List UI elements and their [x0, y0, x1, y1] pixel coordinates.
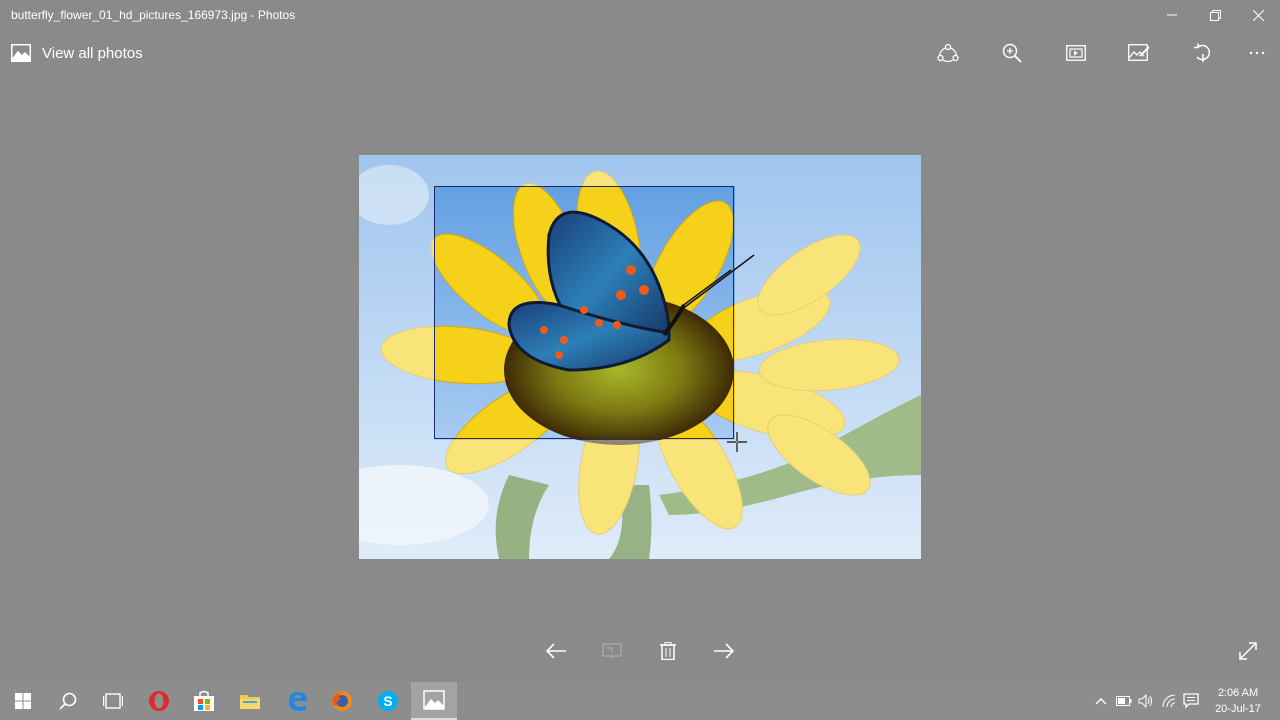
next-button[interactable] [707, 636, 741, 666]
clock-date: 20-Jul-17 [1215, 703, 1261, 715]
share-button[interactable] [930, 38, 966, 68]
previous-button[interactable] [539, 636, 573, 666]
clock-time: 2:06 AM [1217, 687, 1259, 699]
move-cursor-icon [726, 431, 748, 453]
task-view-button[interactable] [90, 682, 136, 720]
delete-button[interactable] [651, 636, 685, 666]
start-button[interactable] [0, 682, 46, 720]
battery-button[interactable] [1113, 682, 1135, 720]
more-icon [1249, 51, 1265, 55]
zoom-icon [1002, 43, 1022, 63]
svg-text:S: S [383, 693, 392, 709]
fullscreen-button[interactable] [1231, 636, 1265, 666]
edge-app[interactable] [274, 682, 320, 720]
title-bar: butterfly_flower_01_hd_pictures_166973.j… [0, 0, 1280, 30]
window-title: butterfly_flower_01_hd_pictures_166973.j… [11, 8, 296, 22]
rotate-button[interactable] [1185, 38, 1221, 68]
photos-icon [423, 690, 445, 710]
taskbar-clock[interactable]: 2:06 AM 20-Jul-17 [1210, 685, 1266, 717]
close-button[interactable] [1235, 0, 1280, 30]
next-icon [714, 643, 735, 659]
slideshow-button[interactable] [1058, 38, 1094, 68]
edit-icon [1128, 44, 1150, 61]
start-icon [15, 693, 31, 709]
taskbar: S 2:06 AM 20-Jul-17 [0, 682, 1280, 720]
more-button[interactable] [1239, 38, 1275, 68]
skype-app[interactable]: S [365, 682, 411, 720]
photos-icon [11, 44, 31, 62]
edit-button[interactable] [1121, 38, 1157, 68]
wifi-button[interactable] [1159, 682, 1181, 720]
draw-button[interactable] [595, 636, 629, 666]
minimize-icon [1167, 14, 1177, 16]
volume-button[interactable] [1135, 682, 1157, 720]
restore-icon [1209, 9, 1221, 21]
edge-icon [289, 692, 307, 711]
fullscreen-icon [1239, 642, 1257, 660]
skype-icon: S [378, 691, 398, 711]
crop-selection-box[interactable] [434, 186, 734, 439]
volume-icon [1138, 694, 1152, 708]
firefox-icon [332, 691, 352, 711]
show-hidden-icons-button[interactable] [1090, 682, 1112, 720]
bottom-toolbar [0, 630, 1280, 672]
task-view-icon [103, 693, 123, 709]
restore-button[interactable] [1192, 0, 1238, 30]
draw-icon [602, 643, 622, 659]
close-icon [1252, 9, 1264, 21]
photos-app[interactable] [411, 682, 457, 720]
battery-icon [1116, 696, 1132, 706]
search-button[interactable] [45, 682, 91, 720]
delete-icon [660, 642, 676, 660]
firefox-app[interactable] [319, 682, 365, 720]
view-all-photos-button[interactable]: View all photos [11, 42, 143, 64]
app-bar: View all photos [0, 30, 1280, 76]
store-icon [194, 690, 214, 711]
view-all-photos-label: View all photos [42, 44, 143, 62]
action-center-button[interactable] [1180, 682, 1202, 720]
file-explorer-icon [240, 695, 260, 709]
search-icon [59, 692, 77, 710]
file-explorer-app[interactable] [227, 682, 273, 720]
previous-icon [545, 643, 566, 659]
opera-app[interactable] [136, 682, 182, 720]
share-icon [937, 43, 959, 63]
zoom-button[interactable] [994, 38, 1030, 68]
rotate-icon [1194, 43, 1211, 62]
minimize-button[interactable] [1149, 0, 1195, 30]
wifi-icon [1162, 694, 1176, 708]
notifications-icon [1183, 693, 1199, 709]
opera-icon [149, 691, 169, 711]
slideshow-icon [1066, 45, 1086, 61]
store-app[interactable] [181, 682, 227, 720]
chevron-up-icon [1095, 698, 1107, 705]
